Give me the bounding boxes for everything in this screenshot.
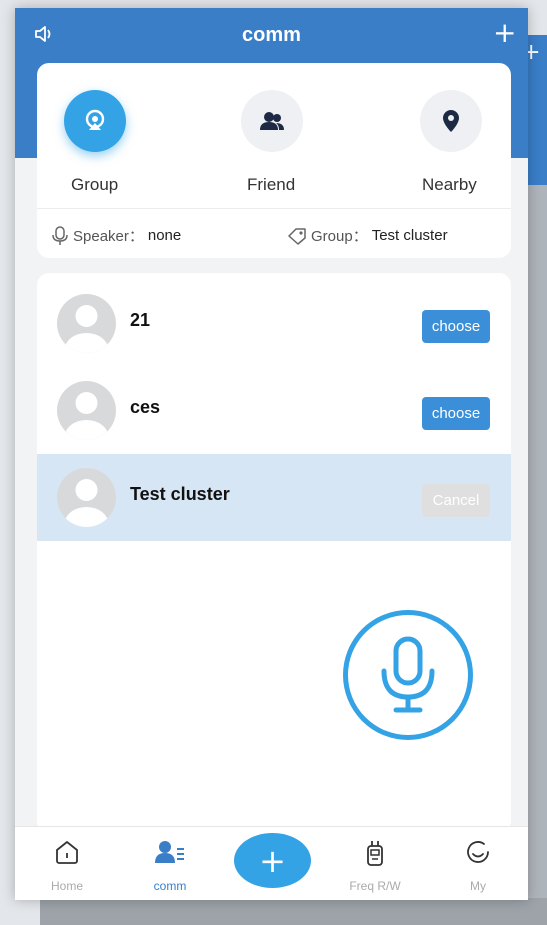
avatar (57, 468, 116, 527)
group-list: 21 choose ces choose Test cluster Cancel (37, 273, 511, 833)
microphone-icon (381, 636, 435, 713)
avatar (57, 294, 116, 353)
group-info: Group： Test cluster (287, 225, 448, 246)
list-item[interactable]: ces choose (37, 367, 511, 454)
cancel-button[interactable]: Cancel (422, 484, 490, 517)
group-value: Test cluster (371, 227, 448, 244)
page-title: comm (242, 24, 301, 46)
bottom-nav: Home comm + Freq R/W My (15, 826, 528, 900)
nav-my[interactable]: My (443, 827, 513, 900)
avatar (57, 381, 116, 440)
choose-button[interactable]: choose (422, 310, 490, 343)
tab-card: Group Friend Nearby Speaker： none Group：… (37, 63, 511, 258)
walkie-talkie-icon (340, 839, 410, 867)
nav-home[interactable]: Home (32, 827, 102, 900)
tab-friend[interactable]: Friend (203, 63, 343, 203)
list-item[interactable]: 21 choose (37, 280, 511, 367)
tag-icon (288, 227, 306, 245)
list-item-name: Test cluster (130, 484, 230, 504)
list-item-selected[interactable]: Test cluster Cancel (37, 454, 511, 541)
divider (37, 208, 511, 209)
speaker-info: Speaker： none (51, 225, 181, 246)
friend-icon (241, 90, 303, 152)
tab-friend-label: Friend (247, 175, 296, 194)
home-icon (32, 839, 102, 865)
microphone-icon (52, 225, 68, 245)
smile-icon (443, 839, 513, 865)
tab-nearby-label: Nearby (422, 175, 477, 194)
push-to-talk-button[interactable] (343, 610, 473, 740)
list-item-name: ces (130, 397, 161, 417)
nav-comm-label: comm (153, 879, 187, 893)
nav-my-label: My (470, 879, 486, 893)
contacts-icon (135, 839, 205, 865)
tab-nearby[interactable]: Nearby (382, 63, 522, 203)
location-pin-icon (420, 90, 482, 152)
plus-icon[interactable]: + (493, 18, 516, 48)
speaker-value: none (147, 227, 182, 244)
list-item-name: 21 (130, 310, 151, 330)
tab-group[interactable]: Group (37, 63, 177, 203)
speaker-label: Speaker： (73, 228, 144, 245)
add-button[interactable]: + (234, 833, 311, 888)
nav-home-label: Home (50, 879, 83, 893)
nav-freq[interactable]: Freq R/W (340, 827, 410, 900)
group-icon (64, 90, 126, 152)
choose-button[interactable]: choose (422, 397, 490, 430)
background-bottom (40, 898, 547, 925)
nav-freq-label: Freq R/W (349, 879, 401, 893)
group-label: Group： (311, 228, 368, 245)
app-window: comm + Group Friend Nearby Speaker： none (15, 8, 528, 900)
tab-group-label: Group (71, 175, 119, 194)
nav-comm[interactable]: comm (135, 827, 205, 900)
